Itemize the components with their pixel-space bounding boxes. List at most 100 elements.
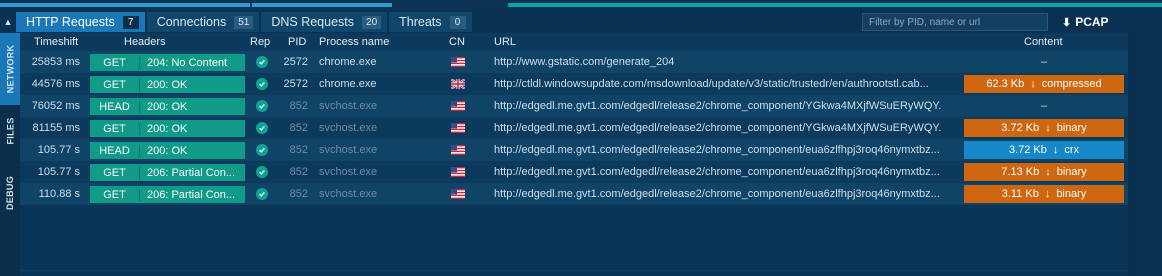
col-headers[interactable]: Headers [124,36,166,48]
url-cell[interactable]: http://edgedl.me.gvt1.com/edgedl/release… [494,161,942,183]
process-name-cell: chrome.exe [319,78,377,90]
content-kind: binary [1056,188,1087,200]
us-flag-icon [451,189,465,199]
http-status: 206: Partial Con... [147,166,236,179]
col-cn[interactable]: CN [449,36,465,48]
timeline-bar [252,3,392,7]
reputation-check-icon [256,78,268,90]
content-badge[interactable]: 7.13 Kb ↓ binary [964,163,1124,181]
http-method: GET [90,122,140,135]
collapse-icon[interactable]: ▲ [0,11,16,33]
url-cell[interactable]: http://edgedl.me.gvt1.com/edgedl/release… [494,117,942,139]
sidetab-label: NETWORK [5,44,16,94]
http-status: 200: OK [147,144,188,157]
download-arrow-icon: ↓ [1045,166,1051,178]
table-row[interactable]: 76052 ms HEAD 200: OK 852 svchost.exe http://… [20,95,1128,117]
headers-pill[interactable]: GET 206: Partial Con... [90,164,245,181]
http-status: 200: OK [147,78,188,91]
download-arrow-icon: ↓ [1052,144,1059,156]
content-dash: – [1040,56,1048,68]
table-row[interactable]: 81155 ms GET 200: OK 852 svchost.exe http://e… [20,117,1128,139]
pid-cell: 852 [289,144,308,156]
headers-pill[interactable]: GET 200: OK [90,76,245,93]
http-method: GET [90,166,140,179]
reputation-check-icon [256,56,268,68]
us-flag-icon [451,167,465,177]
content-size: 3.11 Kb [1001,188,1039,200]
headers-pill[interactable]: GET 206: Partial Con... [90,186,245,203]
content-kind: compressed [1041,78,1102,90]
tab-count: 51 [234,15,254,29]
filter-input[interactable] [862,13,1048,31]
sidetab-debug[interactable]: DEBUG [0,157,20,229]
col-process[interactable]: Process name [319,36,389,48]
table-row[interactable]: 110.88 s GET 206: Partial Con... 852 svchost… [20,183,1128,205]
network-panel: ▲ HTTP Requests 7 Connections 51 DNS Req… [0,0,1162,276]
reputation-check-icon [256,122,268,134]
col-pid[interactable]: PID [288,36,306,48]
timeshift-cell: 44576 ms [31,78,80,90]
reputation-check-icon [256,144,268,156]
tab-label: Connections [156,15,227,29]
pcap-download-button[interactable]: ⬇ PCAP [1062,14,1109,30]
sidetab-files[interactable]: FILES [0,105,20,157]
url-cell[interactable]: http://edgedl.me.gvt1.com/edgedl/release… [494,95,942,117]
timeline-bar [508,3,1162,7]
table-row[interactable]: 25853 ms GET 204: No Content 2572 chrome.exe… [20,51,1128,73]
url-cell[interactable]: http://edgedl.me.gvt1.com/edgedl/release… [494,183,942,205]
process-name-cell: svchost.exe [319,188,378,200]
content-dash: – [1040,100,1048,112]
content-kind: crx [1064,144,1080,156]
table-row[interactable]: 105.77 s HEAD 200: OK 852 svchost.exe http://… [20,139,1128,161]
reputation-check-icon [256,100,268,112]
http-status: 206: Partial Con... [147,188,236,201]
tab-dns-requests[interactable]: DNS Requests 20 [261,12,388,32]
side-tabs: NETWORK FILES DEBUG [0,33,20,276]
table-row[interactable]: 105.77 s GET 206: Partial Con... 852 svchost… [20,161,1128,183]
sidetab-network[interactable]: NETWORK [0,33,20,105]
tab-count: 7 [122,15,139,29]
us-flag-icon [451,123,465,133]
http-status: 200: OK [147,122,188,135]
tab-label: DNS Requests [271,15,355,29]
tab-threats[interactable]: Threats 0 [389,12,472,32]
content-badge[interactable]: 62.3 Kb ↓ compressed [964,75,1124,93]
http-method: HEAD [90,144,140,157]
tab-http-requests[interactable]: HTTP Requests 7 [16,12,145,32]
content-empty: – [964,97,1124,115]
tab-connections[interactable]: Connections 51 [146,12,260,32]
http-method: GET [90,56,140,69]
content-badge[interactable]: 3.72 Kb ↓ crx [964,141,1124,159]
headers-pill[interactable]: HEAD 200: OK [90,142,245,159]
pid-cell: 2572 [283,78,308,90]
col-rep[interactable]: Rep [250,36,270,48]
content-badge[interactable]: 3.72 Kb ↓ binary [964,119,1124,137]
reputation-check-icon [256,188,268,200]
us-flag-icon [451,57,465,67]
timeshift-cell: 105.77 s [37,166,80,178]
download-arrow-icon: ↓ [1030,78,1036,90]
timeshift-cell: 110.88 s [38,188,80,200]
divider [20,270,1128,271]
scrollbar[interactable] [1128,33,1138,276]
headers-pill[interactable]: GET 200: OK [90,120,245,137]
tab-label: HTTP Requests [26,15,115,29]
download-icon: ⬇ [1062,16,1072,29]
url-cell[interactable]: http://edgedl.me.gvt1.com/edgedl/release… [494,139,942,161]
url-cell[interactable]: http://ctldl.windowsupdate.com/msdownloa… [494,73,942,95]
col-url[interactable]: URL [494,36,516,48]
table-row[interactable]: 44576 ms GET 200: OK 2572 chrome.exe http://c… [20,73,1128,95]
http-method: GET [90,188,140,201]
url-cell[interactable]: http://www.gstatic.com/generate_204 [494,51,942,73]
pid-cell: 852 [289,122,308,134]
pid-cell: 2572 [283,56,308,68]
content-badge[interactable]: 3.11 Kb ↓ binary [964,185,1124,203]
headers-pill[interactable]: GET 204: No Content [90,54,245,71]
timeshift-cell: 25853 ms [31,56,80,68]
col-timeshift[interactable]: Timeshift [34,36,78,48]
tab-bar: ▲ HTTP Requests 7 Connections 51 DNS Req… [0,11,1162,33]
headers-pill[interactable]: HEAD 200: OK [90,98,245,115]
download-arrow-icon: ↓ [1045,122,1051,134]
pid-cell: 852 [289,166,308,178]
col-content[interactable]: Content [1024,36,1063,48]
